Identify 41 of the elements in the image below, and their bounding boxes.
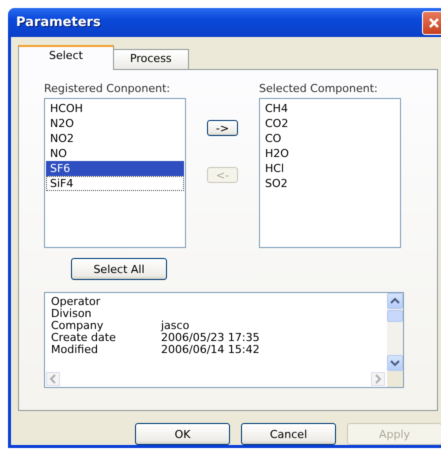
list-item[interactable]: HCl xyxy=(261,161,399,176)
scroll-right-icon xyxy=(373,374,383,384)
registered-list[interactable]: HCOH N2O NO2 NO SF6 SiF4 xyxy=(44,98,186,248)
scroll-left-icon xyxy=(48,374,58,384)
list-item[interactable]: NO xyxy=(46,146,184,161)
list-item[interactable]: SiF4 xyxy=(46,176,184,191)
horizontal-scrollbar[interactable] xyxy=(45,371,387,387)
list-label: Selected Component: xyxy=(259,82,379,95)
list-item[interactable]: SO2 xyxy=(261,176,399,191)
list-item[interactable]: N2O xyxy=(46,116,184,131)
info-value: jasco xyxy=(161,320,190,332)
info-value: 2006/06/14 15:42 xyxy=(161,344,261,356)
vertical-scrollbar[interactable] xyxy=(387,293,403,371)
info-label: Create date xyxy=(51,332,117,344)
list-item[interactable]: CO2 xyxy=(261,116,399,131)
dialog-button[interactable]: OK xyxy=(135,423,230,445)
scroll-thumb[interactable] xyxy=(387,310,403,322)
close-icon xyxy=(428,16,440,28)
scroll-down-icon xyxy=(390,358,400,368)
window-title: Parameters xyxy=(15,15,101,30)
close-button[interactable] xyxy=(422,10,441,34)
list-item[interactable]: CH4 xyxy=(261,101,399,116)
dialog-button[interactable]: Cancel xyxy=(241,423,336,445)
info-label: Company xyxy=(51,320,104,332)
tab[interactable]: Select xyxy=(18,45,114,70)
select-all-button[interactable]: Select All xyxy=(71,258,167,280)
tab[interactable]: Process xyxy=(112,49,189,69)
scroll-up-icon xyxy=(390,296,400,306)
scrollbar-corner xyxy=(387,371,403,387)
list-label: Registered Conponent: xyxy=(44,82,172,95)
info-label: Divison xyxy=(51,308,92,320)
info-value: 2006/05/23 17:35 xyxy=(161,332,261,344)
list-item[interactable]: SF6 xyxy=(46,161,184,176)
info-label: Operator xyxy=(51,296,102,308)
list-item[interactable]: NO2 xyxy=(46,131,184,146)
info-label: Modified xyxy=(51,344,99,356)
list-item[interactable]: CO xyxy=(261,131,399,146)
move-button[interactable]: -> xyxy=(207,120,238,136)
list-item[interactable]: HCOH xyxy=(46,101,184,116)
list-item[interactable]: H2O xyxy=(261,146,399,161)
selected-list[interactable]: CH4 CO2 CO H2O HCl SO2 xyxy=(259,98,401,248)
